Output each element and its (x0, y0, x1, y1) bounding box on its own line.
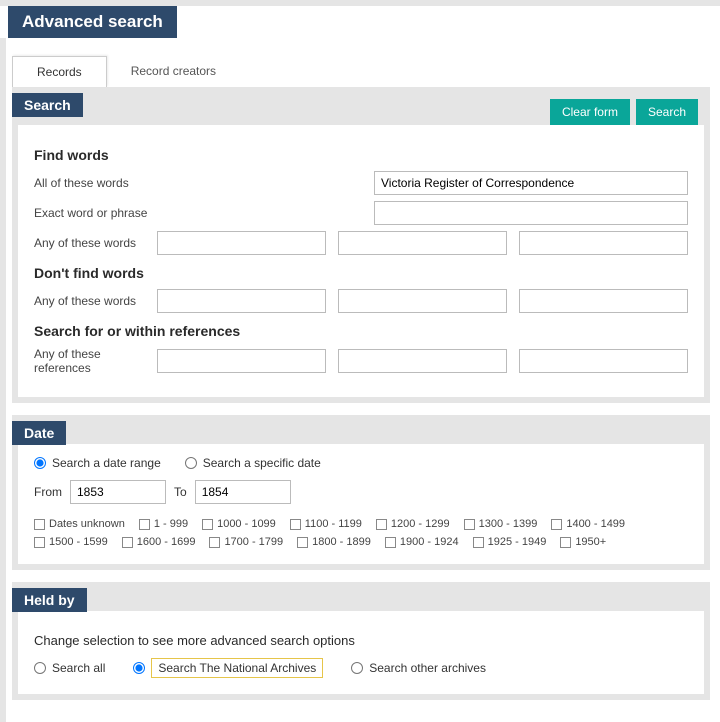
date-range-label: Search a date range (52, 456, 161, 470)
date-check-label: Dates unknown (49, 518, 125, 530)
date-check[interactable]: 1800 - 1899 (297, 536, 371, 548)
heldby-other-label: Search other archives (369, 661, 486, 675)
any-words-label: Any of these words (34, 236, 157, 250)
date-check[interactable]: 1 - 999 (139, 518, 188, 530)
heldby-tna-label: Search The National Archives (151, 658, 323, 678)
date-check-box[interactable] (209, 537, 220, 548)
date-range-radio[interactable] (34, 457, 46, 469)
heldby-all-label: Search all (52, 661, 105, 675)
date-check[interactable]: 1400 - 1499 (551, 518, 625, 530)
date-check[interactable]: 1000 - 1099 (202, 518, 276, 530)
page-title: Advanced search (8, 6, 177, 38)
date-check-label: 1400 - 1499 (566, 518, 625, 530)
refs-input-1[interactable] (157, 349, 326, 373)
date-check-label: 1100 - 1199 (305, 518, 362, 530)
date-check[interactable]: 1100 - 1199 (290, 518, 362, 530)
date-check-box[interactable] (560, 537, 571, 548)
date-check-label: 1200 - 1299 (391, 518, 450, 530)
heldby-tna-radio[interactable] (133, 662, 145, 674)
refs-input-2[interactable] (338, 349, 507, 373)
date-check-box[interactable] (34, 537, 45, 548)
refs-label: Any of these references (34, 347, 157, 375)
tabs: Records Record creators (12, 56, 710, 87)
date-check-box[interactable] (297, 537, 308, 548)
tab-record-creators[interactable]: Record creators (107, 56, 240, 87)
refs-heading: Search for or within references (34, 323, 688, 339)
date-check-box[interactable] (551, 519, 562, 530)
date-check-label: 1500 - 1599 (49, 536, 108, 548)
dont-any-input-1[interactable] (157, 289, 326, 313)
date-check[interactable]: 1950+ (560, 536, 606, 548)
dont-any-input-3[interactable] (519, 289, 688, 313)
heldby-subtext: Change selection to see more advanced se… (34, 633, 688, 648)
from-label: From (34, 485, 62, 499)
date-check-box[interactable] (376, 519, 387, 530)
date-check-label: 1900 - 1924 (400, 536, 459, 548)
any-words-input-2[interactable] (338, 231, 507, 255)
all-words-input[interactable] (374, 171, 688, 195)
date-specific-radio[interactable] (185, 457, 197, 469)
date-check-label: 1925 - 1949 (488, 536, 547, 548)
search-button[interactable]: Search (636, 99, 698, 125)
date-check-label: 1600 - 1699 (137, 536, 196, 548)
refs-input-3[interactable] (519, 349, 688, 373)
date-check-box[interactable] (34, 519, 45, 530)
find-words-heading: Find words (34, 147, 688, 163)
date-check-box[interactable] (473, 537, 484, 548)
clear-form-button[interactable]: Clear form (550, 99, 630, 125)
all-words-label: All of these words (34, 176, 374, 190)
exact-phrase-input[interactable] (374, 201, 688, 225)
date-check-label: 1000 - 1099 (217, 518, 276, 530)
date-check[interactable]: Dates unknown (34, 518, 125, 530)
to-input[interactable] (195, 480, 291, 504)
any-words-input-1[interactable] (157, 231, 326, 255)
date-check[interactable]: 1925 - 1949 (473, 536, 547, 548)
date-check[interactable]: 1900 - 1924 (385, 536, 459, 548)
date-check-box[interactable] (202, 519, 213, 530)
any-words-input-3[interactable] (519, 231, 688, 255)
date-check-box[interactable] (139, 519, 150, 530)
date-check[interactable]: 1700 - 1799 (209, 536, 283, 548)
date-check-label: 1 - 999 (154, 518, 188, 530)
section-header-heldby: Held by (12, 588, 87, 612)
from-input[interactable] (70, 480, 166, 504)
date-check-box[interactable] (122, 537, 133, 548)
heldby-all-radio[interactable] (34, 662, 46, 674)
exact-phrase-label: Exact word or phrase (34, 206, 374, 220)
dont-any-input-2[interactable] (338, 289, 507, 313)
section-header-search: Search (12, 93, 83, 117)
tab-records[interactable]: Records (12, 56, 107, 87)
date-check[interactable]: 1600 - 1699 (122, 536, 196, 548)
date-check-box[interactable] (290, 519, 301, 530)
date-check-label: 1950+ (575, 536, 606, 548)
to-label: To (174, 485, 187, 499)
date-check[interactable]: 1200 - 1299 (376, 518, 450, 530)
date-check-box[interactable] (464, 519, 475, 530)
date-check[interactable]: 1300 - 1399 (464, 518, 538, 530)
dont-find-heading: Don't find words (34, 265, 688, 281)
date-check-label: 1800 - 1899 (312, 536, 371, 548)
date-check[interactable]: 1500 - 1599 (34, 536, 108, 548)
date-check-box[interactable] (385, 537, 396, 548)
date-checkboxes: Dates unknown 1 - 999 1000 - 1099 1100 - 11… (34, 518, 688, 548)
heldby-other-radio[interactable] (351, 662, 363, 674)
date-check-label: 1300 - 1399 (479, 518, 538, 530)
section-header-date: Date (12, 421, 66, 445)
dont-any-label: Any of these words (34, 294, 157, 308)
date-specific-label: Search a specific date (203, 456, 321, 470)
date-check-label: 1700 - 1799 (224, 536, 283, 548)
